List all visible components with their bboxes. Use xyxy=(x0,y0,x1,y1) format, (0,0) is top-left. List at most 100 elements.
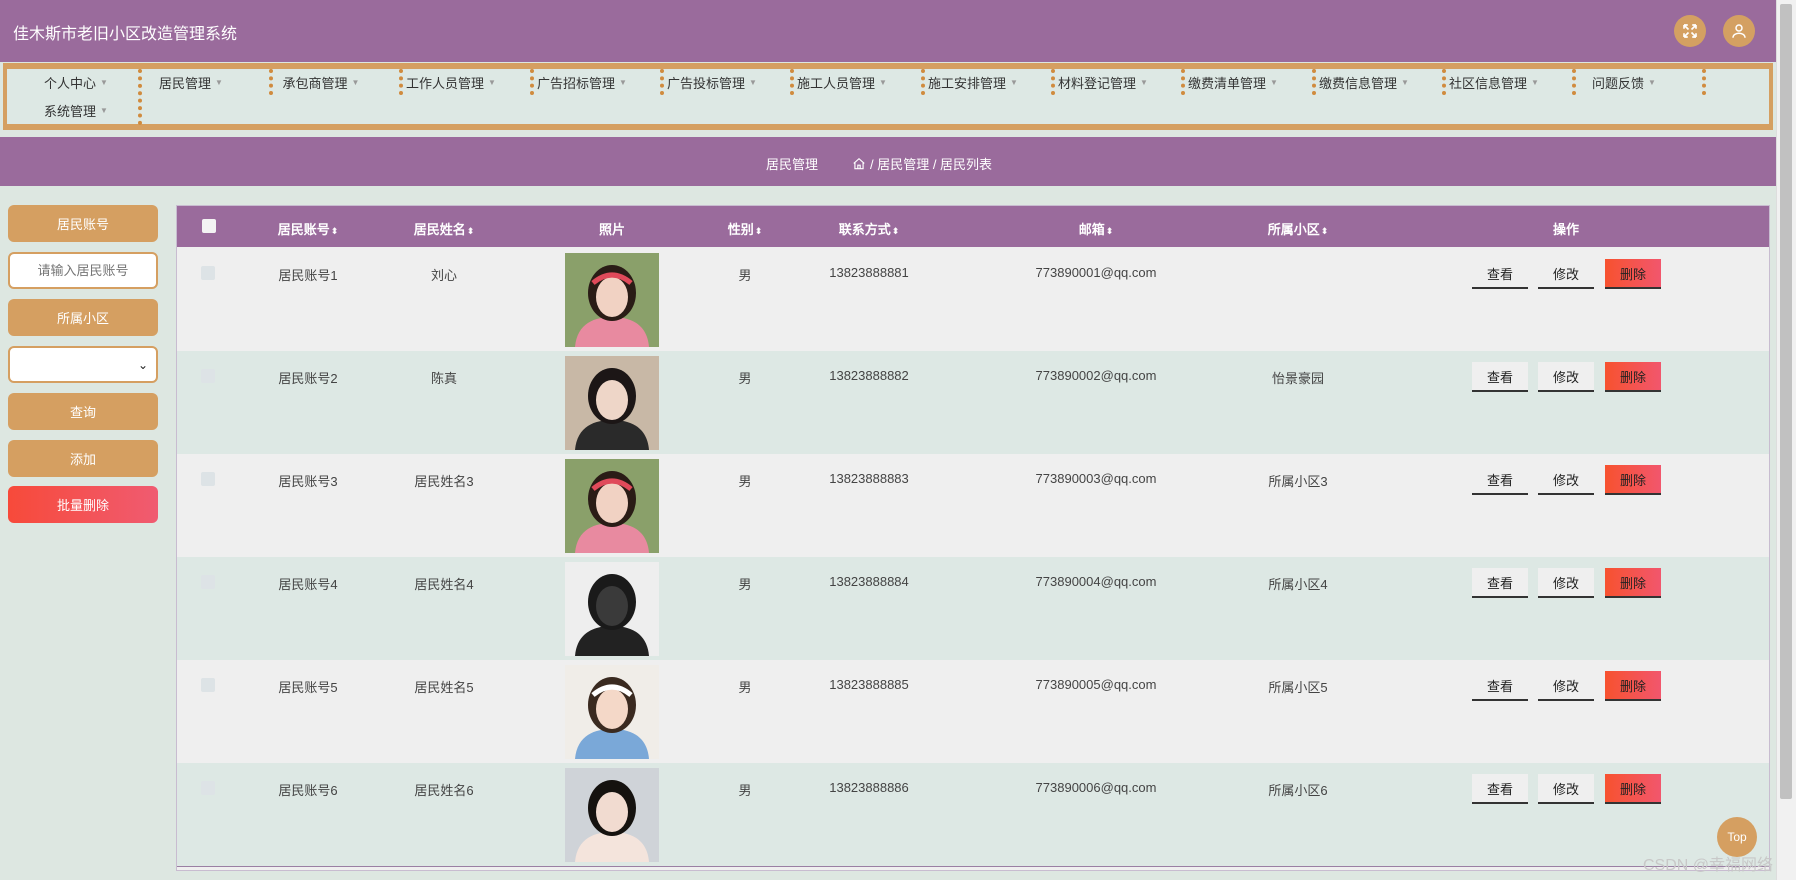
view-button[interactable]: 查看 xyxy=(1472,362,1528,392)
nav-item-6[interactable]: 广告投标管理 ▼ xyxy=(667,69,757,95)
nav-item-1[interactable]: 个人中心 ▼ xyxy=(31,69,121,95)
nav-item-label: 缴费清单管理 xyxy=(1188,75,1267,91)
nav-item-3[interactable]: 承包商管理 ▼ xyxy=(276,69,366,95)
home-icon[interactable] xyxy=(852,157,866,171)
edit-button[interactable]: 修改 xyxy=(1538,362,1594,392)
batch-delete-button[interactable]: 批量删除 xyxy=(8,486,158,523)
nav-separator xyxy=(921,69,929,95)
cell-phone: 13823888886 xyxy=(829,780,909,795)
nav-item-8[interactable]: 施工安排管理 ▼ xyxy=(928,69,1018,95)
view-button[interactable]: 查看 xyxy=(1472,774,1528,804)
row-checkbox[interactable] xyxy=(201,266,215,280)
nav-item-label: 承包商管理 xyxy=(282,75,348,91)
resident-photo xyxy=(565,768,659,862)
caret-down-icon: ▼ xyxy=(1648,77,1656,87)
community-label: 所属小区 xyxy=(8,299,158,336)
community-select[interactable]: ⌄ xyxy=(8,346,158,383)
table-row: 居民账号4 居民姓名4 男 13823888884 773890004@qq.com 所属… xyxy=(177,557,1769,661)
nav-item-label: 广告招标管理 xyxy=(537,75,616,91)
nav-separator xyxy=(1442,69,1450,95)
nav-separator xyxy=(1312,69,1320,95)
nav-item-label: 社区信息管理 xyxy=(1449,75,1528,91)
add-button[interactable]: 添加 xyxy=(8,440,158,477)
header-gender[interactable]: 性别⬍ xyxy=(728,219,763,238)
delete-button[interactable]: 删除 xyxy=(1605,671,1661,701)
edit-button[interactable]: 修改 xyxy=(1538,259,1594,289)
view-button[interactable]: 查看 xyxy=(1472,259,1528,289)
view-button[interactable]: 查看 xyxy=(1472,568,1528,598)
delete-button[interactable]: 删除 xyxy=(1605,774,1661,804)
view-button[interactable]: 查看 xyxy=(1472,671,1528,701)
nav-item-12[interactable]: 社区信息管理 ▼ xyxy=(1449,69,1539,95)
top-bar: 佳木斯市老旧小区改造管理系统 xyxy=(0,0,1776,62)
caret-down-icon: ▼ xyxy=(1270,77,1278,87)
cell-name: 居民姓名3 xyxy=(414,474,474,489)
fullscreen-icon[interactable] xyxy=(1674,15,1706,47)
header-account[interactable]: 居民账号⬍ xyxy=(278,219,339,238)
header-community[interactable]: 所属小区⬍ xyxy=(1268,219,1329,238)
sort-icon: ⬍ xyxy=(330,226,339,236)
delete-button[interactable]: 删除 xyxy=(1605,568,1661,598)
breadcrumb-section: 居民管理 xyxy=(766,157,819,172)
header-email[interactable]: 邮箱⬍ xyxy=(1079,219,1114,238)
user-icon[interactable] xyxy=(1723,15,1755,47)
edit-button[interactable]: 修改 xyxy=(1538,671,1594,701)
cell-email: 773890005@qq.com xyxy=(1035,677,1157,692)
caret-down-icon: ▼ xyxy=(1010,77,1018,87)
nav-item-2[interactable]: 居民管理 ▼ xyxy=(146,69,236,95)
row-checkbox[interactable] xyxy=(201,575,215,589)
header-actions: 操作 xyxy=(1552,222,1580,237)
nav-separator xyxy=(1702,69,1710,95)
row-checkbox[interactable] xyxy=(201,472,215,486)
delete-button[interactable]: 删除 xyxy=(1605,465,1661,495)
edit-button[interactable]: 修改 xyxy=(1538,774,1594,804)
nav-item-5[interactable]: 广告招标管理 ▼ xyxy=(537,69,627,95)
cell-community: 所属小区4 xyxy=(1268,577,1328,592)
account-search-input[interactable] xyxy=(8,252,158,289)
cell-name: 居民姓名6 xyxy=(414,783,474,798)
query-button[interactable]: 查询 xyxy=(8,393,158,430)
nav-separator xyxy=(790,69,798,95)
nav-item-9[interactable]: 材料登记管理 ▼ xyxy=(1058,69,1148,95)
row-checkbox[interactable] xyxy=(201,678,215,692)
resident-photo xyxy=(565,665,659,759)
select-all-checkbox[interactable] xyxy=(202,219,216,233)
table-row: 居民账号3 居民姓名3 男 13823888883 773890003@qq.com 所属… xyxy=(177,454,1769,558)
cell-name: 居民姓名5 xyxy=(414,680,474,695)
view-button[interactable]: 查看 xyxy=(1472,465,1528,495)
nav-item-7[interactable]: 施工人员管理 ▼ xyxy=(797,69,887,95)
nav-item-label: 施工人员管理 xyxy=(797,75,876,91)
cell-account: 居民账号2 xyxy=(278,371,338,386)
breadcrumb-path[interactable]: / 居民管理 / 居民列表 xyxy=(870,154,992,173)
nav-item-14[interactable]: 系统管理 ▼ xyxy=(31,97,121,123)
header-name[interactable]: 居民姓名⬍ xyxy=(414,219,475,238)
nav-item-4[interactable]: 工作人员管理 ▼ xyxy=(406,69,496,95)
cell-gender: 男 xyxy=(738,783,752,798)
cell-name: 居民姓名4 xyxy=(414,577,474,592)
cell-phone: 13823888883 xyxy=(829,471,909,486)
nav-item-11[interactable]: 缴费信息管理 ▼ xyxy=(1319,69,1409,95)
residents-table: 居民账号⬍ 居民姓名⬍ 照片 性别⬍ 联系方式⬍ 邮箱⬍ 所属小区⬍ 操作 居民… xyxy=(176,205,1770,871)
nav-item-label: 工作人员管理 xyxy=(406,75,485,91)
delete-button[interactable]: 删除 xyxy=(1605,259,1661,289)
cell-email: 773890003@qq.com xyxy=(1035,471,1157,486)
header-phone[interactable]: 联系方式⬍ xyxy=(839,219,900,238)
watermark: CSDN @幸福网络 xyxy=(1643,857,1774,874)
nav-item-10[interactable]: 缴费清单管理 ▼ xyxy=(1188,69,1278,95)
nav-separator xyxy=(660,69,668,95)
main-nav: 个人中心 ▼ 居民管理 ▼ 承包商管理 ▼ 工作人员管理 ▼ 广告招标管理 ▼ 广告投标管理 ▼ 施工人… xyxy=(3,63,1773,130)
page-scrollbar[interactable] xyxy=(1776,0,1796,880)
cell-email: 773890002@qq.com xyxy=(1035,368,1157,383)
row-checkbox[interactable] xyxy=(201,781,215,795)
row-checkbox[interactable] xyxy=(201,369,215,383)
scrollbar-thumb[interactable] xyxy=(1780,4,1792,799)
nav-separator xyxy=(1051,69,1059,95)
delete-button[interactable]: 删除 xyxy=(1605,362,1661,392)
edit-button[interactable]: 修改 xyxy=(1538,568,1594,598)
nav-item-13[interactable]: 问题反馈 ▼ xyxy=(1579,69,1669,95)
nav-item-label: 居民管理 xyxy=(159,75,212,91)
breadcrumb: / 居民管理 / 居民列表 xyxy=(852,154,992,173)
caret-down-icon: ▼ xyxy=(619,77,627,87)
edit-button[interactable]: 修改 xyxy=(1538,465,1594,495)
caret-down-icon: ▼ xyxy=(1401,77,1409,87)
